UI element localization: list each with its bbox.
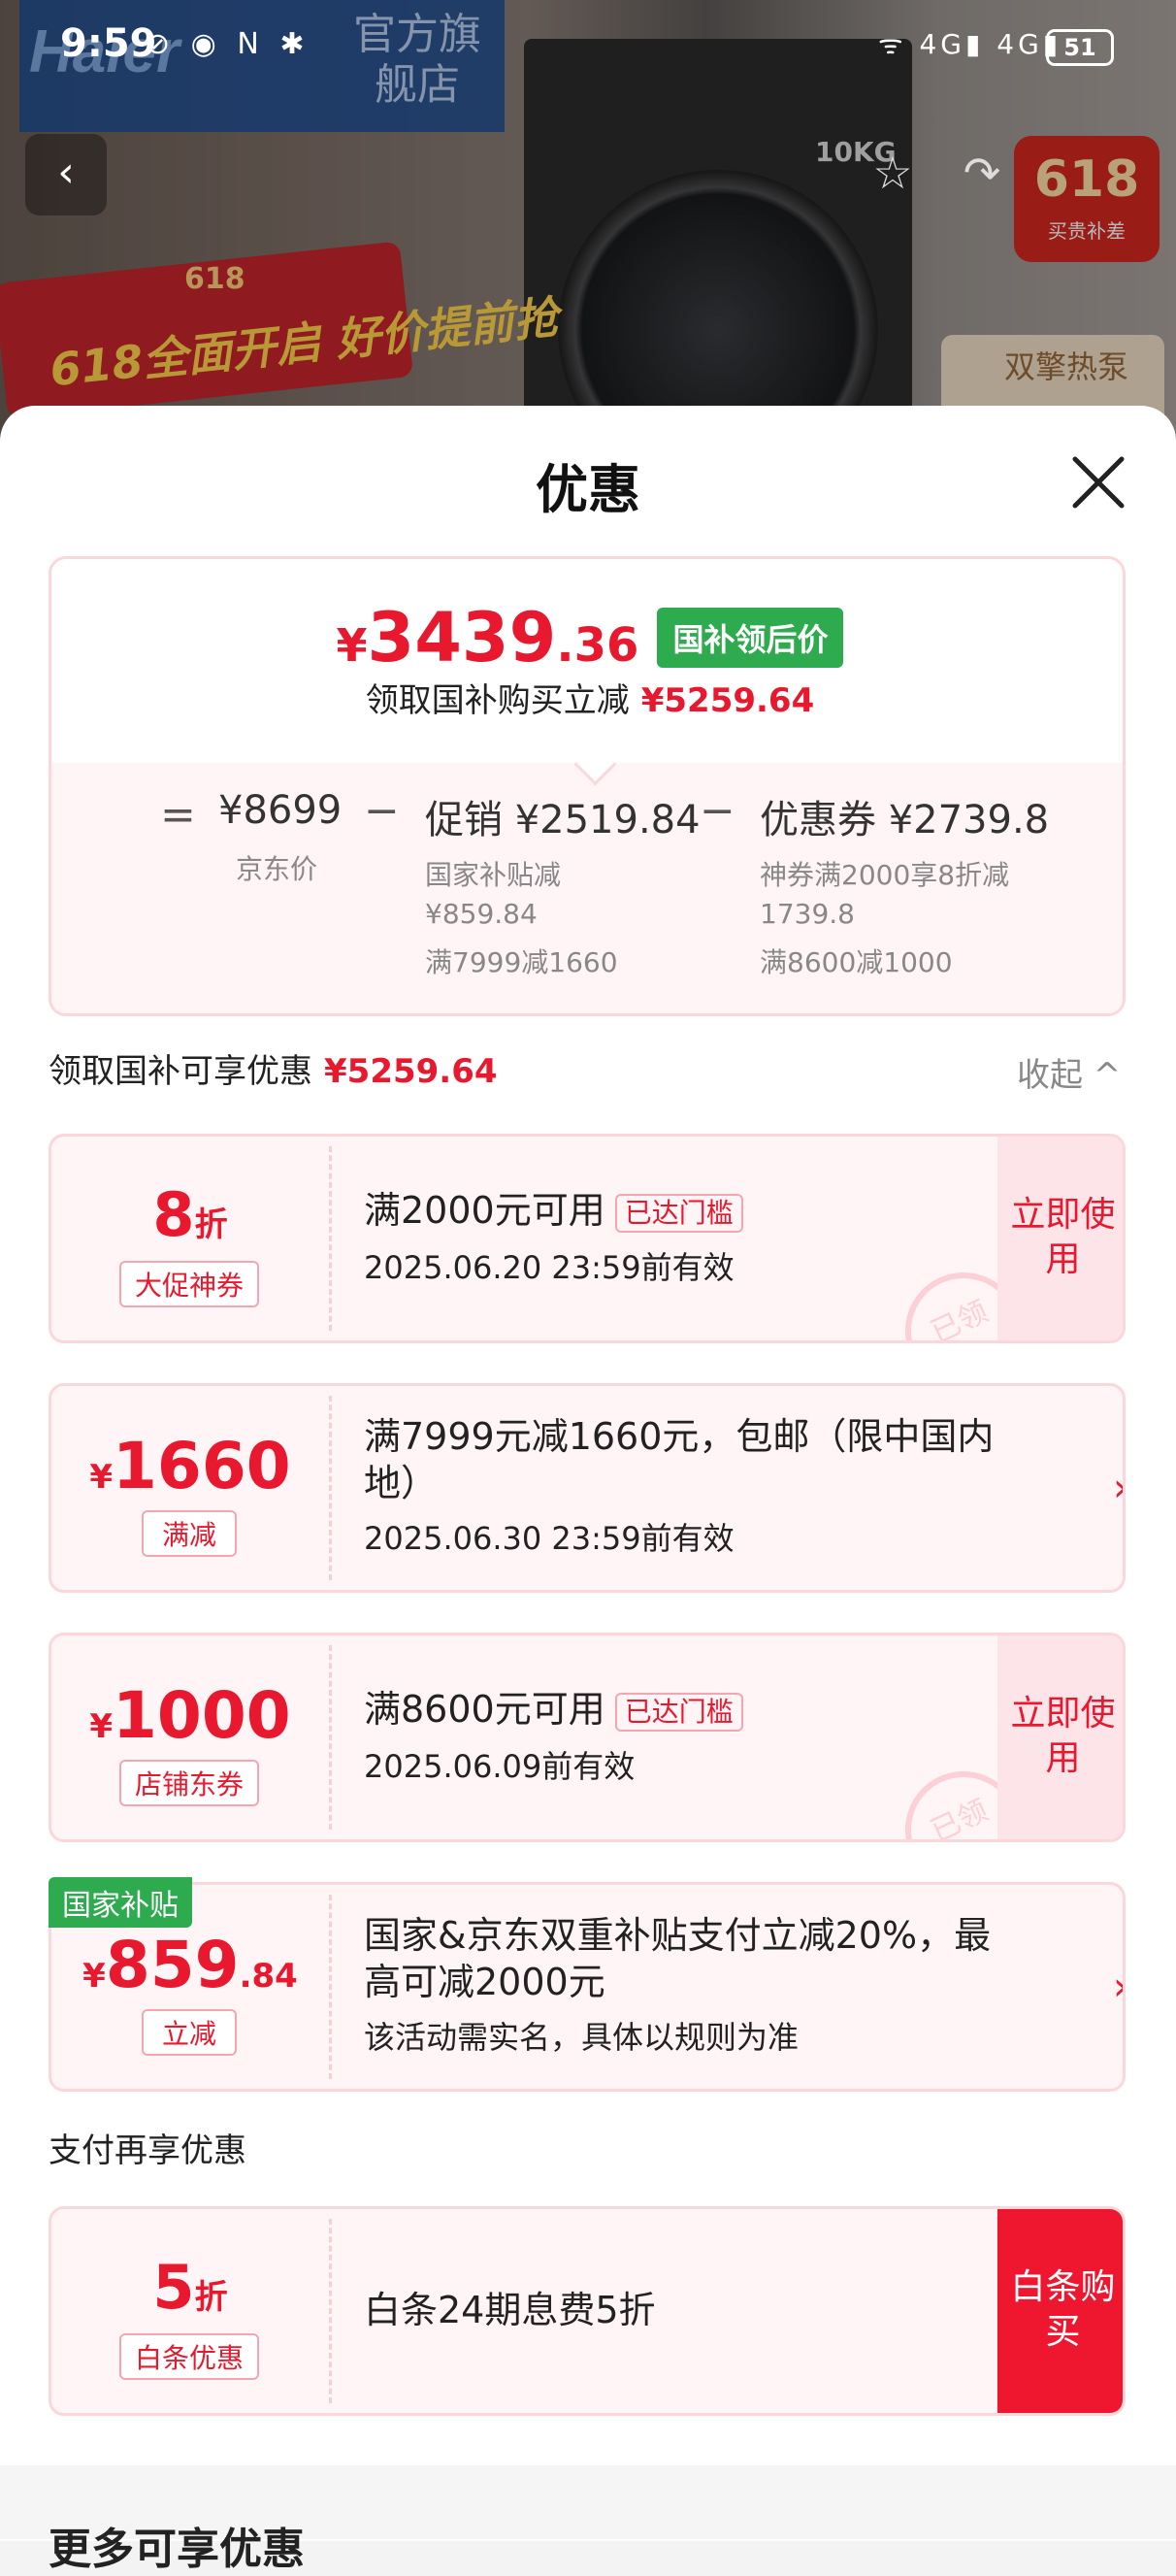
final-price: ¥3439.36 bbox=[337, 598, 639, 677]
coupon-condition: 国家&京东双重补贴支付立减20%，最高可减2000元 bbox=[364, 1914, 992, 2003]
coupon-note: 该活动需实名，具体以规则为准 bbox=[364, 2019, 800, 2056]
more-offers-heading: 更多可享优惠 bbox=[49, 2525, 305, 2574]
price-currency: ¥ bbox=[336, 619, 368, 672]
coupon-value-number: 8 bbox=[152, 1179, 195, 1250]
coupon-expiry: 2025.06.20 23:59前有效 bbox=[364, 1249, 735, 1286]
subsidy-section-title: 领取国补可享优惠 bbox=[49, 1052, 312, 1091]
coupon-condition-text: 满2000元可用 bbox=[364, 1189, 605, 1232]
coupon-type-tag: 满减 bbox=[142, 1510, 237, 1557]
coupon-type-tag: 白条优惠 bbox=[119, 2333, 259, 2380]
coupon-value-unit: ¥ bbox=[89, 1707, 113, 1746]
sheet-title: 优惠 bbox=[536, 459, 640, 520]
threshold-reached-badge: 已达门槛 bbox=[614, 1193, 743, 1233]
subsidy-section-amount: ¥5259.64 bbox=[324, 1052, 498, 1091]
coupon-condition: 满8600元可用 已达门槛 bbox=[364, 1686, 743, 1733]
jd-price-label: 京东价 bbox=[236, 853, 318, 885]
minus-operator-2: − bbox=[700, 786, 735, 836]
coupon-value: ¥1000 bbox=[51, 1678, 329, 1753]
chevron-right-icon[interactable]: › bbox=[1113, 1965, 1123, 2009]
favorite-icon[interactable]: ☆ bbox=[852, 134, 933, 215]
price-integer: 3439 bbox=[367, 598, 557, 677]
coupon-value: ¥1660 bbox=[51, 1429, 329, 1503]
payment-coupon-card[interactable]: 5折 白条优惠 白条24期息费5折 白条购买 bbox=[49, 2206, 1126, 2416]
promo-detail-3: 满7999减1660 bbox=[425, 946, 618, 978]
use-now-button[interactable]: 立即使用 bbox=[997, 1635, 1123, 1839]
coupon-value-decimal: .84 bbox=[239, 1957, 298, 1996]
share-icon[interactable]: ↷ bbox=[941, 134, 1023, 215]
coupon-value: ¥859.84 bbox=[51, 1928, 329, 2002]
status-bar: 9:59 ⊘ ◉ N ✱ ᯤ 4G▮ 4G▮ 51 bbox=[0, 0, 1176, 93]
price-type-badge: 国补领后价 bbox=[657, 608, 844, 668]
price-summary-card: ¥3439.36 国补领后价 领取国补购买立减 ¥5259.64 = ¥8699 … bbox=[49, 556, 1126, 1016]
coupon-value-number: 1000 bbox=[112, 1678, 291, 1753]
threshold-reached-badge: 已达门槛 bbox=[614, 1692, 743, 1732]
coupon-value-number: 1660 bbox=[112, 1429, 291, 1503]
savings-text: 领取国补购买立减 bbox=[365, 681, 630, 720]
coupon-type-tag: 立减 bbox=[142, 2009, 237, 2056]
coupon-type-tag: 大促神券 bbox=[119, 1261, 259, 1307]
coupon-value: 8折 bbox=[51, 1179, 329, 1250]
battery-icon: 51 bbox=[1046, 29, 1114, 66]
savings-amount: ¥5259.64 bbox=[640, 681, 815, 720]
coupon-condition-text: 满8600元可用 bbox=[364, 1688, 605, 1731]
collapse-toggle[interactable]: 收起 ^ bbox=[1017, 1048, 1121, 1096]
coupon-detail-3: 满8600减1000 bbox=[760, 946, 953, 978]
savings-line: 领取国补购买立减 ¥5259.64 bbox=[51, 674, 1123, 721]
coupon-expiry: 2025.06.09前有效 bbox=[364, 1748, 636, 1785]
coupon-divider bbox=[329, 1396, 332, 1580]
national-subsidy-label: 国家补贴 bbox=[49, 1877, 192, 1928]
baitiao-buy-button[interactable]: 白条购买 bbox=[997, 2209, 1123, 2413]
coupon-value-unit: 折 bbox=[194, 1205, 228, 1244]
back-button[interactable]: ‹ bbox=[25, 134, 107, 215]
price-decimal: .36 bbox=[556, 618, 639, 673]
status-left-icons: ⊘ ◉ N ✱ bbox=[146, 27, 310, 61]
coupon-card[interactable]: ¥859.84 立减 国家&京东双重补贴支付立减20%，最高可减2000元 该活… bbox=[49, 1882, 1126, 2092]
coupon-detail-2: 1739.8 bbox=[760, 898, 855, 930]
coupon-value-unit: 折 bbox=[194, 2278, 228, 2317]
coupon-total: 优惠券 ¥2739.8 bbox=[760, 798, 1050, 842]
promo-detail-1: 国家补贴减 bbox=[425, 859, 562, 891]
equals-operator: = bbox=[160, 790, 196, 840]
coupon-divider bbox=[329, 1895, 332, 2079]
coupon-card[interactable]: ¥1660 满减 满7999元减1660元，包邮（限中国内地） 2025.06.… bbox=[49, 1383, 1126, 1593]
coupon-card[interactable]: ¥1000 店铺东券 满8600元可用 已达门槛 2025.06.09前有效 已领… bbox=[49, 1633, 1126, 1842]
coupon-value-unit: ¥ bbox=[89, 1458, 113, 1497]
coupon-condition: 满2000元可用 已达门槛 bbox=[364, 1187, 743, 1234]
signal-icon: ᯤ 4G▮ 4G▮ bbox=[878, 28, 1062, 60]
coupon-condition: 白条24期息费5折 bbox=[364, 2289, 656, 2331]
coupon-value: 5折 bbox=[51, 2252, 329, 2323]
coupon-divider bbox=[329, 1146, 332, 1331]
subsidy-section-label: 领取国补可享优惠 ¥5259.64 bbox=[49, 1044, 498, 1092]
close-icon[interactable] bbox=[1067, 451, 1129, 513]
promo-detail-2: ¥859.84 bbox=[425, 898, 538, 930]
coupon-value-number: 859 bbox=[105, 1928, 240, 2002]
coupon-value-number: 5 bbox=[152, 2252, 195, 2323]
coupon-type-tag: 店铺东券 bbox=[119, 1760, 259, 1806]
coupon-divider bbox=[329, 1645, 332, 1830]
coupon-condition: 满7999元减1660元，包邮（限中国内地） bbox=[364, 1415, 995, 1504]
minus-operator-1: − bbox=[364, 786, 400, 836]
chevron-right-icon[interactable]: › bbox=[1113, 1466, 1123, 1510]
coupon-card[interactable]: 8折 大促神券 满2000元可用 已达门槛 2025.06.20 23:59前有效… bbox=[49, 1134, 1126, 1343]
status-time: 9:59 bbox=[60, 21, 157, 66]
final-price-row: ¥3439.36 国补领后价 bbox=[51, 598, 1123, 677]
coupon-value-unit: ¥ bbox=[82, 1957, 106, 1996]
use-now-button[interactable]: 立即使用 bbox=[997, 1137, 1123, 1340]
jd-price: ¥8699 bbox=[218, 788, 343, 833]
coupon-divider bbox=[329, 2219, 332, 2403]
coupon-expiry: 2025.06.30 23:59前有效 bbox=[364, 1520, 735, 1557]
payment-section-label: 支付再享优惠 bbox=[49, 2131, 246, 2170]
promo-total: 促销 ¥2519.84 bbox=[425, 798, 701, 842]
coupon-detail-1: 神券满2000享8折减 bbox=[760, 859, 1010, 891]
